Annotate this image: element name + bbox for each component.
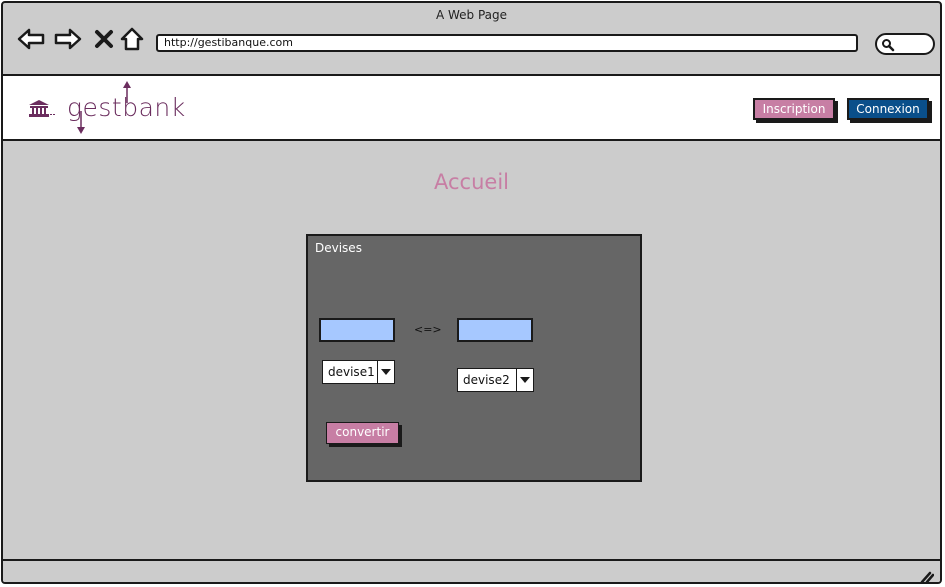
- arrow-down-icon: [76, 110, 86, 140]
- inscription-button[interactable]: Inscription: [753, 98, 835, 120]
- currency-select-left[interactable]: devise1: [322, 360, 395, 384]
- amount-input-right[interactable]: [457, 318, 533, 342]
- status-bar: [3, 559, 940, 582]
- chevron-down-icon[interactable]: [377, 361, 394, 383]
- site-header: gestbank Inscription Connexion: [3, 74, 940, 141]
- window-title: A Web Page: [435, 8, 508, 22]
- url-bar[interactable]: http://gestibanque.com: [156, 34, 858, 52]
- chevron-down-icon[interactable]: [516, 369, 533, 391]
- bank-icon: [28, 99, 56, 123]
- arrow-up-icon: [122, 80, 132, 108]
- currency-select-left-value: devise1: [328, 365, 375, 379]
- amount-field-left[interactable]: [321, 321, 393, 342]
- amount-input-left[interactable]: [319, 318, 395, 342]
- currency-converter-panel: Devises <=> devise1 devise2 convertir: [306, 234, 642, 482]
- forward-arrow-icon[interactable]: [54, 25, 82, 53]
- search-field[interactable]: [875, 33, 935, 55]
- browser-window: A Web Page http://gestibanque.com gestba…: [1, 1, 942, 584]
- search-icon: [882, 39, 895, 52]
- close-icon[interactable]: [90, 25, 118, 53]
- back-arrow-icon[interactable]: [17, 25, 45, 53]
- page-title: Accueil: [434, 170, 509, 194]
- amount-field-right[interactable]: [459, 321, 531, 342]
- currency-select-right[interactable]: devise2: [457, 368, 534, 392]
- connexion-button[interactable]: Connexion: [847, 98, 929, 120]
- panel-title: Devises: [315, 241, 362, 255]
- resize-grip-icon[interactable]: [920, 568, 935, 582]
- home-icon[interactable]: [118, 25, 146, 53]
- currency-select-right-value: devise2: [463, 373, 510, 387]
- convert-button[interactable]: convertir: [326, 422, 399, 444]
- swap-symbol: <=>: [414, 323, 442, 336]
